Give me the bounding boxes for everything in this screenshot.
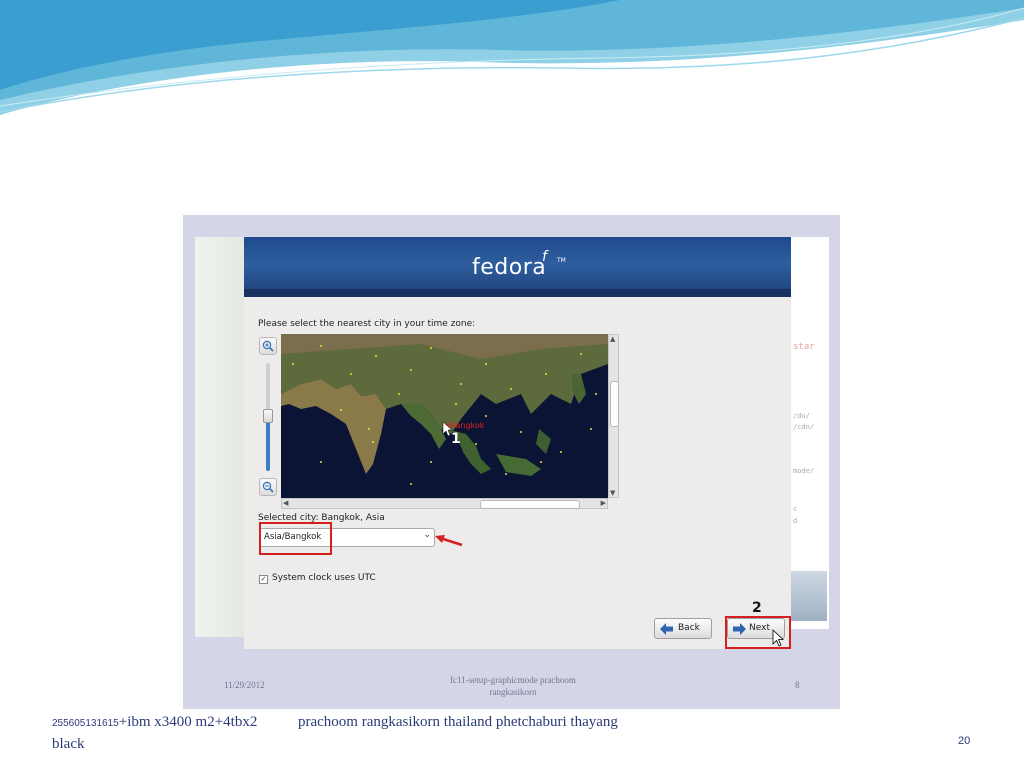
fedora-banner: fedora f TM [244,237,791,297]
slide-footer-center: prachoom rangkasikorn thailand phetchabu… [298,714,618,730]
mouse-pointer-icon [772,629,784,647]
map-horizontal-scrollbar[interactable]: ◀ ▶ [281,498,608,509]
fedora-logo-glyph: f [542,249,547,265]
background-server-image [791,571,827,621]
annotation-arrow-icon [435,535,463,547]
screenshot-footer-date: 11/29/2012 [224,680,265,690]
banner-stripe [244,289,791,297]
map-vscroll-thumb[interactable] [610,381,619,427]
scroll-down-icon[interactable]: ▼ [610,489,615,497]
installer-dialog: fedora f TM Please select the nearest ci… [244,237,791,649]
background-window [195,237,245,637]
slide-footer-left: 255605131615+ibm x3400 m2+4tbx2 black [52,712,292,754]
annotation-box-timezone [259,522,332,555]
installer-screenshot: star /do/ /cdn/ mode/ c d fedora f TM Pl… [183,215,840,709]
zoom-slider-thumb[interactable] [263,409,273,423]
fedora-logo-tm: TM [557,257,566,264]
background-terminal: star /do/ /cdn/ mode/ c d [791,237,829,629]
slide-page-number: 20 [958,735,971,747]
utc-checkbox[interactable]: ✓ [259,575,268,584]
scroll-right-icon[interactable]: ▶ [601,499,606,507]
fedora-logo: fedora [472,255,547,280]
map-image [281,334,608,498]
slide-footer-code: 255605131615 [52,718,119,729]
zoom-out-icon [262,481,274,493]
zoom-in-button[interactable] [259,337,277,355]
left-arrow-icon [660,623,673,635]
scroll-left-icon[interactable]: ◀ [283,499,288,507]
zoom-in-icon [262,340,274,352]
screenshot-footer-page: 8 [795,680,800,690]
map-city-label: Bangkok [450,421,485,430]
screenshot-footer-title: fc11-setup-graphicmode prachoom rangkasi… [450,675,576,697]
world-map[interactable]: Bangkok 1 [281,334,608,498]
scroll-up-icon[interactable]: ▲ [610,335,615,343]
timezone-prompt: Please select the nearest city in your t… [258,319,476,329]
chevron-down-icon: ⌄ [423,530,431,540]
map-vertical-scrollbar[interactable]: ▲ ▼ [608,334,619,498]
map-hscroll-thumb[interactable] [480,500,580,509]
back-button-label: Back [678,623,700,633]
annotation-number-1: 1 [451,431,461,447]
zoom-slider-fill [266,421,270,471]
back-button[interactable]: Back [654,618,712,639]
slide-header-wave [0,0,1024,115]
annotation-number-2: 2 [752,600,762,616]
zoom-out-button[interactable] [259,478,277,496]
utc-checkbox-label[interactable]: System clock uses UTC [272,573,376,583]
